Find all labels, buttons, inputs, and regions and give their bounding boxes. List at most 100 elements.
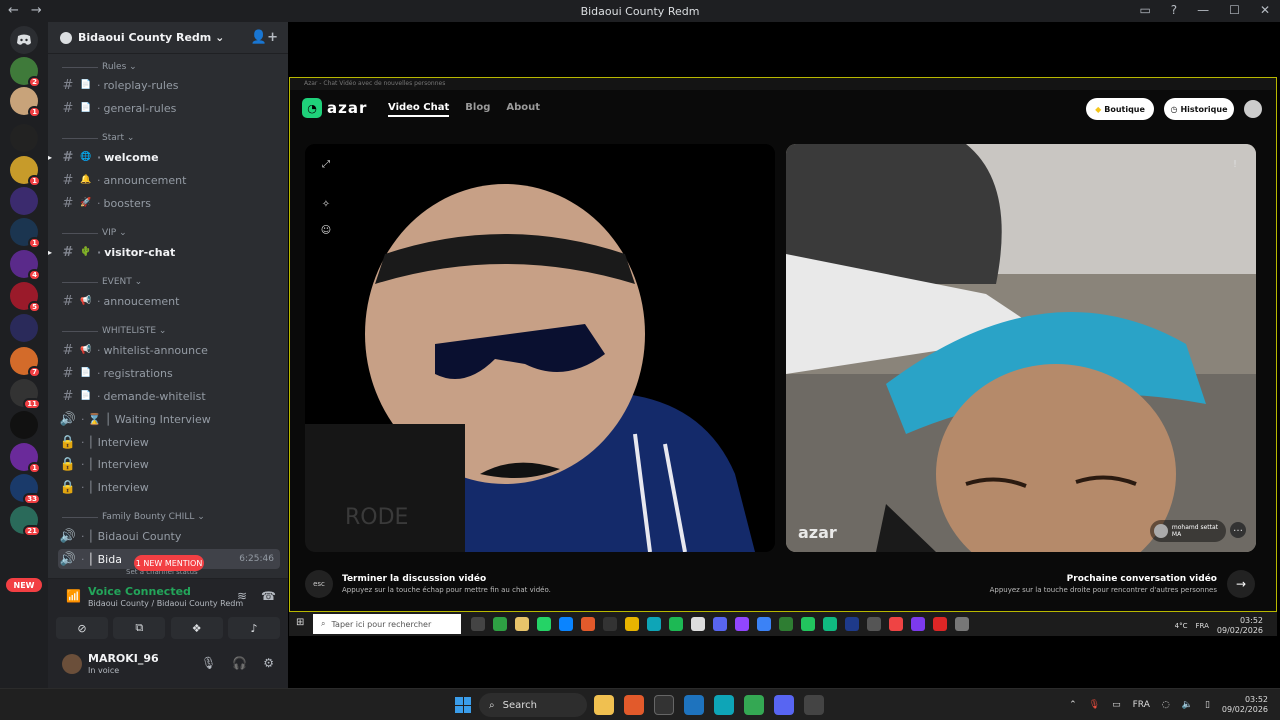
noise-suppression-icon[interactable]: ≋ [237,589,247,603]
server-icon[interactable]: 33 [10,474,41,505]
clock-icon: ◷ [1170,104,1178,114]
nav-about[interactable]: About [506,102,540,117]
server-icon[interactable] [10,314,38,342]
server-icon[interactable]: 11 [10,379,41,410]
next-arrow-button[interactable]: → [1227,570,1255,598]
server-icon[interactable]: 1 [10,156,41,187]
avatar[interactable] [62,654,82,674]
channel-annoucement[interactable]: # 📢 · annoucement [58,291,280,311]
azar-logo[interactable]: ◔ azar [302,98,367,118]
channel-boosters[interactable]: # 🚀 · boosters [58,193,280,213]
channel-roleplay-rules[interactable]: # 📄 · roleplay-rules [58,75,280,95]
inbox-icon[interactable]: ▭ [1139,3,1150,17]
discord-home-icon[interactable] [10,26,38,54]
guild-name: Bidaoui County Redm ⌄ [78,31,225,44]
title-bar: ← → Bidaoui County Redm ▭ ? — ☐ ✕ [0,0,1280,22]
headphones-icon[interactable]: 🎧 [232,656,247,670]
new-mention-pill[interactable]: 1 NEW MENTION [134,555,204,571]
server-icon[interactable]: 5 [10,282,41,313]
effects-wand-icon[interactable]: ✧ [319,198,333,212]
fullscreen-icon[interactable]: ⤢ [319,158,333,172]
category-family[interactable]: Family Bounty CHILL ⌄ [62,512,205,522]
taskbar-clock[interactable]: 03:52 09/02/2026 [1222,695,1268,715]
nav-video-chat[interactable]: Video Chat [388,102,450,117]
disconnect-icon[interactable]: ☎ [261,589,276,603]
screen-share-button[interactable]: ⧉ [113,617,166,639]
minimize-button[interactable]: — [1197,3,1209,17]
camera-button[interactable]: ⊘ [56,617,108,639]
voice-location[interactable]: Bidaoui County / Bidaoui County Redm [88,599,243,608]
nav-blog[interactable]: Blog [465,102,490,117]
server-icon[interactable]: 2 [10,57,41,88]
battery-icon[interactable]: ▯ [1205,700,1210,710]
new-pill[interactable]: NEW [6,578,42,592]
voice-channel-interview-3[interactable]: 🔒 · │ Interview [58,477,280,497]
volume-icon[interactable]: 🔈 [1182,700,1193,710]
monitor-icon[interactable]: ▭ [1112,700,1121,710]
microphone-icon[interactable]: 🎙 [201,656,216,670]
category-event[interactable]: EVENT ⌄ [62,277,142,287]
server-icon[interactable] [10,411,38,439]
category-whiteliste[interactable]: WHITELISTE ⌄ [62,326,166,336]
report-icon[interactable]: ! [1228,158,1242,172]
server-icon[interactable] [10,124,38,152]
channel-announcement[interactable]: # 🔔 · announcement [58,170,280,190]
taskbar-app-4[interactable] [804,695,824,715]
face-filter-icon[interactable]: ☺ [319,224,333,238]
server-icon[interactable]: 4 [10,250,41,281]
wifi-icon[interactable]: ◌ [1162,700,1170,710]
channel-general-rules[interactable]: # 📄 · general-rules [58,98,280,118]
invite-icon[interactable]: 👤+ [251,30,278,45]
profile-icon[interactable] [1244,100,1262,118]
category-vip[interactable]: VIP ⌄ [62,228,127,238]
historique-button[interactable]: ◷ Historique [1164,98,1234,120]
server-icon[interactable]: 1 [10,443,41,474]
maximize-button[interactable]: ☐ [1229,3,1240,17]
server-icon[interactable]: 1 [10,218,41,249]
taskbar-app-1[interactable] [624,695,644,715]
chevron-up-icon[interactable]: ⌃ [1069,700,1077,710]
taskbar-app-2[interactable] [654,695,674,715]
search-icon: ⌕ [321,619,326,628]
taskbar-search[interactable]: ⌕ Search [479,693,587,717]
username: MAROKI_96 [88,652,159,665]
voice-channel-waiting-interview[interactable]: 🔊 · ⌛ │ Waiting Interview [58,409,280,429]
taskbar-app-discord[interactable] [774,695,794,715]
voice-channel-bidaoui-county[interactable]: 🔊 · │ Bidaoui County [58,526,280,546]
server-icon[interactable]: 1 [10,87,41,118]
language-indicator[interactable]: FRA [1133,700,1150,710]
voice-channel-interview-2[interactable]: 🔒 · │ Interview [58,454,280,474]
gear-icon[interactable]: ⚙ [263,656,274,670]
taskbar-app-chrome[interactable] [744,695,764,715]
server-icon[interactable]: 7 [10,347,41,378]
peer-badge[interactable]: mohamd settat MA [1149,520,1226,542]
signal-icon[interactable]: 📶 [66,589,81,603]
voice-channel-interview-1[interactable]: 🔒 · │ Interview [58,432,280,452]
channel-whitelist-announce[interactable]: # 📢 · whitelist-announce [58,340,280,360]
peer-video: ! azar mohamd settat MA … [786,144,1256,552]
server-icon[interactable] [10,187,38,215]
activities-button[interactable]: ❖ [170,617,223,639]
chat-icon[interactable]: … [1230,522,1246,538]
server-badge: 21 [23,525,41,537]
taskbar-app-widgets[interactable] [594,695,614,715]
close-button[interactable]: ✕ [1260,3,1270,17]
channel-visitor-chat[interactable]: ▸ # 🌵 · visitor-chat [48,242,280,262]
azar-controls: esc Terminer la discussion vidéo Appuyez… [305,566,1255,602]
microphone-icon[interactable]: 🎙 [1089,700,1100,710]
channel-welcome[interactable]: ▸ # 🌐 · welcome [48,147,280,167]
category-rules[interactable]: Rules ⌄ [62,62,137,72]
start-button[interactable] [455,697,471,713]
channel-demande-whitelist[interactable]: # 📄 · demande-whitelist [58,386,280,406]
guild-header[interactable]: Bidaoui County Redm ⌄ 👤+ [48,22,288,54]
channel-registrations[interactable]: # 📄 · registrations [58,363,280,383]
server-icon[interactable]: 21 [10,506,41,537]
help-icon[interactable]: ? [1171,3,1177,17]
soundboard-button[interactable]: ♪ [227,617,280,639]
boutique-button[interactable]: ◆ Boutique [1086,98,1154,120]
category-start[interactable]: Start ⌄ [62,133,134,143]
server-badge: 1 [28,106,41,118]
esc-button[interactable]: esc [305,570,333,598]
taskbar-app-3[interactable] [684,695,704,715]
taskbar-app-edge[interactable] [714,695,734,715]
